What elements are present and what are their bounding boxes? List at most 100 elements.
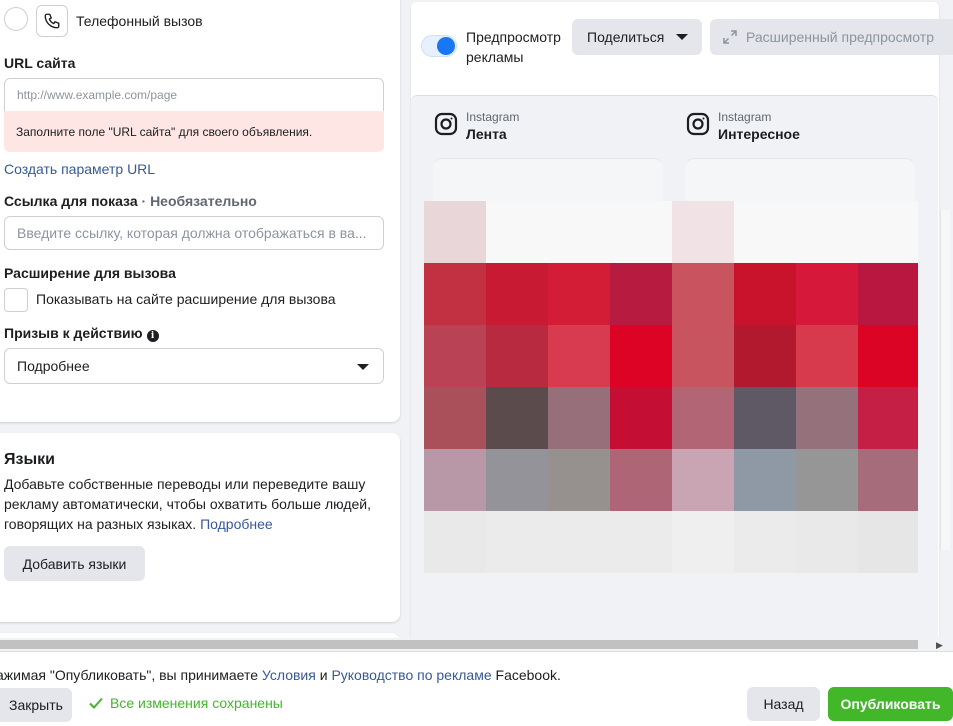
call-extension-label: Расширение для вызова <box>4 265 176 281</box>
mosaic-cell <box>672 263 734 325</box>
placement-explore[interactable]: Instagram Интересное <box>686 110 800 144</box>
languages-title: Языки <box>4 451 55 468</box>
mosaic-cell <box>734 449 796 511</box>
mosaic-cell <box>486 387 548 449</box>
mosaic-cell <box>610 325 672 387</box>
call-extension-checkbox[interactable] <box>4 288 28 312</box>
checkmark-icon <box>89 697 103 709</box>
share-button[interactable]: Поделиться <box>572 19 702 55</box>
mosaic-cell <box>858 511 918 573</box>
mosaic-cell <box>610 263 672 325</box>
mosaic-cell <box>858 263 918 325</box>
legal-notice: ажимая "Опубликовать", вы принимаете Усл… <box>0 667 561 683</box>
toggle-knob <box>437 37 455 55</box>
ad-preview-toggle[interactable] <box>421 35 457 57</box>
scrollbar-thumb[interactable] <box>0 640 918 649</box>
mosaic-cell <box>548 387 610 449</box>
placement-name: Интересное <box>718 126 800 142</box>
mosaic-cell <box>486 201 548 263</box>
placement-platform: Instagram <box>466 110 520 124</box>
publish-button[interactable]: Опубликовать <box>828 687 953 721</box>
phone-call-radio[interactable] <box>4 7 28 31</box>
url-input[interactable]: http://www.example.com/page <box>4 78 384 112</box>
close-button[interactable]: Закрыть <box>0 688 72 722</box>
mosaic-cell <box>796 511 858 573</box>
mosaic-cell <box>610 449 672 511</box>
mosaic-cell <box>796 387 858 449</box>
terms-link[interactable]: Условия <box>262 667 316 683</box>
instagram-icon <box>686 112 710 136</box>
phone-frame-top <box>433 158 663 202</box>
pixelated-preview-image <box>424 201 918 573</box>
url-error-message: Заполните поле "URL сайта" для своего об… <box>4 111 384 152</box>
mosaic-cell <box>424 201 486 263</box>
mosaic-cell <box>858 449 918 511</box>
cta-label: Призыв к действию i <box>4 325 159 342</box>
mosaic-cell <box>424 449 486 511</box>
chevron-down-icon <box>676 34 688 40</box>
languages-description: Добавьте собственные переводы или переве… <box>4 476 371 532</box>
chevron-down-icon <box>357 364 369 370</box>
add-languages-button[interactable]: Добавить языки <box>4 546 145 581</box>
footer-bar: ажимая "Опубликовать", вы принимаете Усл… <box>0 651 953 726</box>
phone-icon-box <box>36 5 68 37</box>
mosaic-cell <box>548 449 610 511</box>
mosaic-cell <box>548 511 610 573</box>
placement-feed[interactable]: Instagram Лента <box>434 110 519 144</box>
advanced-preview-label: Расширенный предпросмотр <box>746 29 934 45</box>
instagram-icon <box>434 112 458 136</box>
languages-learn-more-link[interactable]: Подробнее <box>200 516 273 532</box>
placement-platform: Instagram <box>718 110 772 124</box>
mosaic-cell <box>486 325 548 387</box>
mosaic-cell <box>734 263 796 325</box>
mosaic-cell <box>548 325 610 387</box>
mosaic-cell <box>796 201 858 263</box>
mosaic-cell <box>486 449 548 511</box>
mosaic-cell <box>486 511 548 573</box>
cta-selected-value: Подробнее <box>17 358 90 374</box>
mosaic-cell <box>796 325 858 387</box>
mosaic-cell <box>858 325 918 387</box>
horizontal-scrollbar[interactable]: ▶ <box>0 638 953 651</box>
scroll-right-icon[interactable]: ▶ <box>936 640 943 651</box>
mosaic-cell <box>672 325 734 387</box>
mosaic-cell <box>734 201 796 263</box>
mosaic-cell <box>424 325 486 387</box>
share-button-label: Поделиться <box>587 29 665 45</box>
info-icon[interactable]: i <box>146 330 159 342</box>
mosaic-cell <box>548 201 610 263</box>
phone-icon <box>44 13 60 29</box>
mosaic-cell <box>610 387 672 449</box>
mosaic-cell <box>796 449 858 511</box>
back-button[interactable]: Назад <box>747 687 820 721</box>
mosaic-cell <box>610 511 672 573</box>
mosaic-cell <box>796 263 858 325</box>
mosaic-cell <box>610 201 672 263</box>
ad-preview-toggle-label: Предпросмотр рекламы <box>466 29 561 65</box>
ad-guidelines-link[interactable]: Руководство по рекламе <box>331 667 491 683</box>
mosaic-cell <box>734 511 796 573</box>
vertical-scrollbar[interactable] <box>940 210 950 550</box>
mosaic-cell <box>548 263 610 325</box>
call-extension-checkbox-label: Показывать на сайте расширение для вызов… <box>36 291 336 307</box>
mosaic-cell <box>734 325 796 387</box>
save-status-text: Все изменения сохранены <box>110 695 283 711</box>
placement-name: Лента <box>466 126 507 142</box>
create-url-param-link[interactable]: Создать параметр URL <box>4 161 155 177</box>
mosaic-cell <box>672 449 734 511</box>
phone-frame-top <box>685 158 915 202</box>
mosaic-cell <box>858 387 918 449</box>
save-status: Все изменения сохранены <box>88 695 283 711</box>
phone-call-label: Телефонный вызов <box>76 13 203 29</box>
expand-icon <box>723 30 737 44</box>
mosaic-cell <box>858 201 918 263</box>
advanced-preview-button[interactable]: Расширенный предпросмотр <box>710 19 953 55</box>
placement-previews: Instagram Лента Instagram Интересное <box>411 95 938 640</box>
display-link-input[interactable]: Введите ссылку, которая должна отображат… <box>4 216 384 250</box>
display-link-label: Ссылка для показа · Необязательно <box>4 193 257 209</box>
mosaic-cell <box>424 511 486 573</box>
cta-select[interactable]: Подробнее <box>4 348 384 384</box>
mosaic-cell <box>672 387 734 449</box>
url-label: URL сайта <box>4 55 76 71</box>
mosaic-cell <box>734 387 796 449</box>
